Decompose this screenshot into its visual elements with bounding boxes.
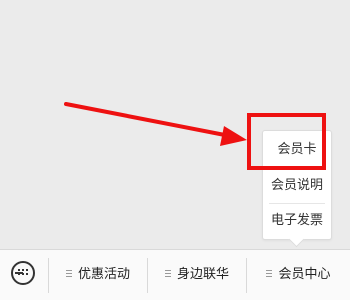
menu-tab-member-center[interactable]: 会员中心 xyxy=(247,250,350,300)
menu-list-icon xyxy=(65,269,72,278)
chat-screen: 会员卡 会员说明 电子发票 优惠活动 身边联华 会员中心 xyxy=(0,0,350,300)
keyboard-icon xyxy=(11,261,35,285)
menu-list-icon xyxy=(266,269,273,278)
menu-tab-label: 优惠活动 xyxy=(77,267,130,282)
menu-tab-promotions[interactable]: 优惠活动 xyxy=(49,250,147,300)
menu-list-icon xyxy=(164,269,171,278)
bottom-menu-bar: 优惠活动 身边联华 会员中心 xyxy=(0,249,350,300)
highlight-box xyxy=(247,113,326,170)
menu-tab-nearby[interactable]: 身边联华 xyxy=(148,250,246,300)
menu-tab-label: 身边联华 xyxy=(176,267,229,282)
menu-tab-label: 会员中心 xyxy=(278,267,331,282)
keyboard-toggle-button[interactable] xyxy=(0,250,48,300)
submenu-item-member-info[interactable]: 会员说明 xyxy=(269,168,325,203)
